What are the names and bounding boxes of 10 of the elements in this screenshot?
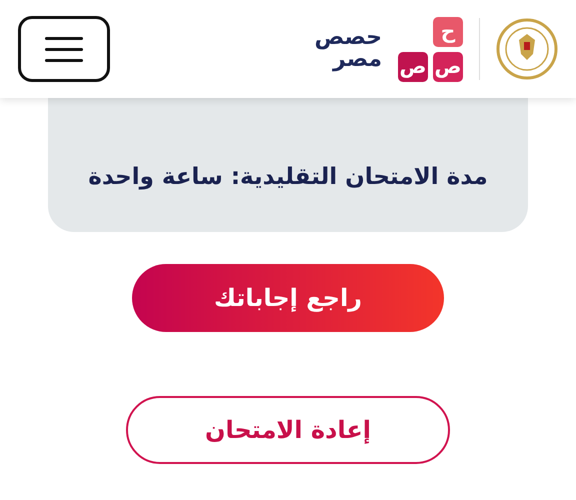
logo-tile: ص <box>398 52 428 82</box>
retake-exam-button[interactable]: إعادة الامتحان <box>126 396 450 464</box>
logo-text: حصص <box>314 27 382 49</box>
logo-tile: ح <box>433 16 463 46</box>
ministry-seal-icon <box>496 18 558 80</box>
exam-duration-text: مدة الامتحان التقليدية: ساعة واحدة <box>88 162 488 192</box>
review-answers-button[interactable]: راجع إجاباتك <box>132 264 444 332</box>
logo-text: مصر <box>332 49 382 71</box>
menu-button[interactable] <box>18 16 110 82</box>
logo-tile: ص <box>433 52 463 82</box>
